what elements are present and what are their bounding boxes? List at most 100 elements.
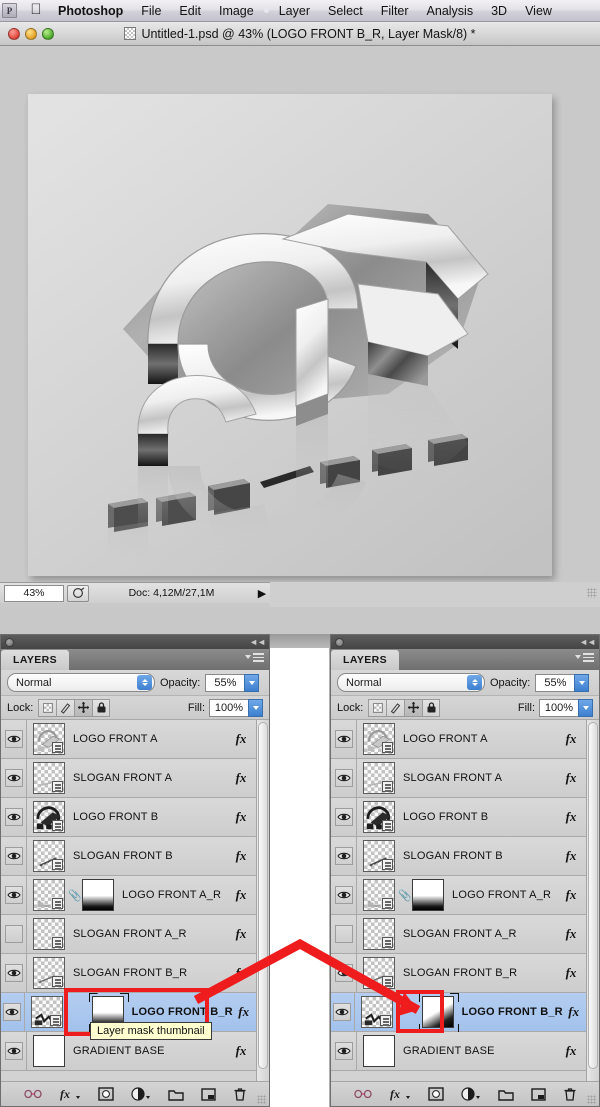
layer-effects-fx-icon[interactable]: fx [559,887,583,903]
panel-grabber-right[interactable]: ◄◄ [331,635,599,649]
layer-thumbnail[interactable] [33,918,65,950]
lock-image-pixels-button[interactable] [56,699,74,717]
scrollbar-thumb[interactable] [258,722,268,1069]
layer-style-button-left[interactable]: fx [59,1086,81,1102]
eye-icon[interactable] [5,847,23,865]
lock-all-button-right[interactable] [422,699,440,717]
eye-icon[interactable] [5,886,23,904]
layer-effects-fx-icon[interactable]: fx [229,809,253,825]
layer-mask-thumbnail[interactable] [82,879,114,911]
link-icon[interactable]: 📎 [68,889,79,902]
menu-item-3d[interactable]: 3D [482,4,516,18]
artboard[interactable] [28,94,552,576]
panel-resize-grip-right[interactable] [587,1095,596,1104]
layer-thumbnail[interactable] [363,918,395,950]
table-row[interactable]: 📎LOGO FRONT A_Rfx [1,876,269,915]
layer-thumbnail[interactable] [33,801,65,833]
layer-thumbnail[interactable] [31,996,63,1028]
table-row[interactable]: SLOGAN FRONT Afx [1,759,269,798]
eye-icon[interactable] [335,886,353,904]
opacity-dropdown-icon-left[interactable] [244,674,259,692]
layer-effects-fx-icon[interactable]: fx [229,1043,253,1059]
new-layer-button-left[interactable] [201,1086,216,1102]
menu-item-analysis[interactable]: Analysis [418,4,483,18]
panel-resize-grip-left[interactable] [257,1095,266,1104]
tab-layers-left[interactable]: LAYERS [1,650,69,670]
window-resize-grip[interactable] [587,588,597,598]
lock-transparent-pixels-button-right[interactable] [368,699,386,717]
opacity-input-right[interactable]: 55% [535,674,575,692]
layer-effects-fx-icon[interactable]: fx [229,848,253,864]
status-menu-arrow-icon[interactable]: ▶ [254,587,270,600]
eye-icon[interactable] [335,769,353,787]
layer-effects-fx-icon[interactable]: fx [559,848,583,864]
table-row[interactable]: SLOGAN FRONT B_Rfx [331,954,599,993]
layer-thumbnail[interactable] [33,840,65,872]
preview-thumbnail-button[interactable] [67,585,89,602]
link-layers-button-left[interactable] [24,1086,42,1102]
table-row[interactable]: SLOGAN FRONT A_Rfx [331,915,599,954]
new-layer-button-right[interactable] [531,1086,546,1102]
fill-input-right[interactable]: 100% [539,699,579,717]
layer-effects-fx-icon[interactable]: fx [563,1004,585,1020]
opacity-dropdown-icon-right[interactable] [574,674,589,692]
lock-transparent-pixels-button[interactable] [38,699,56,717]
layer-effects-fx-icon[interactable]: fx [233,1004,255,1020]
layer-effects-fx-icon[interactable]: fx [229,887,253,903]
eye-icon[interactable] [335,808,353,826]
panel-collapse-icon[interactable] [5,638,14,647]
fill-dropdown-icon-right[interactable] [578,699,593,717]
panel-grabber-left[interactable]: ◄◄ [1,635,269,649]
table-row[interactable]: SLOGAN FRONT Bfx [1,837,269,876]
layer-thumbnail[interactable] [33,957,65,989]
eye-icon[interactable] [335,1042,353,1060]
lock-position-button-right[interactable] [404,699,422,717]
add-layer-mask-button-right[interactable] [428,1086,444,1102]
layer-effects-fx-icon[interactable]: fx [559,1043,583,1059]
menu-item-select[interactable]: Select [319,4,372,18]
fill-dropdown-icon-left[interactable] [248,699,263,717]
eye-off-icon[interactable] [5,925,23,943]
lock-position-button[interactable] [74,699,92,717]
eye-icon[interactable] [3,1003,21,1021]
scrollbar-thumb[interactable] [588,722,598,1069]
layer-effects-fx-icon[interactable]: fx [229,965,253,981]
layer-thumbnail[interactable] [363,879,395,911]
layer-thumbnail[interactable] [363,801,395,833]
layer-effects-fx-icon[interactable]: fx [559,731,583,747]
layer-list-scrollbar[interactable] [586,720,599,1081]
menu-item-file[interactable]: File [132,4,170,18]
layer-effects-fx-icon[interactable]: fx [229,731,253,747]
eye-icon[interactable] [335,730,353,748]
layer-effects-fx-icon[interactable]: fx [559,809,583,825]
table-row[interactable]: SLOGAN FRONT Bfx [331,837,599,876]
blend-mode-select-right[interactable]: Normal [337,673,485,692]
menu-item-view[interactable]: View [516,4,561,18]
eye-off-icon[interactable] [335,925,353,943]
delete-layer-button-right[interactable] [563,1086,577,1102]
table-row[interactable]: LOGO FRONT Bfx [1,798,269,837]
table-row[interactable]: GRADIENT BASEfx [331,1032,599,1071]
eye-icon[interactable] [5,730,23,748]
link-icon[interactable]: 📎 [398,889,409,902]
panel-collapse-icon-right[interactable] [335,638,344,647]
lock-all-button[interactable] [92,699,110,717]
layer-effects-fx-icon[interactable]: fx [559,965,583,981]
layer-list-scrollbar[interactable] [256,720,269,1081]
document-title-bar[interactable]: Untitled-1.psd @ 43% (LOGO FRONT B_R, La… [0,22,600,46]
eye-icon[interactable] [5,1042,23,1060]
layer-mask-thumbnail[interactable] [412,879,444,911]
new-adjustment-layer-button-right[interactable] [461,1086,481,1102]
panel-menu-button-right[interactable] [575,653,594,662]
tab-layers-right[interactable]: LAYERS [331,650,399,670]
panel-menu-button-left[interactable] [245,653,264,662]
canvas-area[interactable] [0,46,600,582]
opacity-input-left[interactable]: 55% [205,674,245,692]
layer-thumbnail[interactable] [33,879,65,911]
layer-thumbnail[interactable] [33,1035,65,1067]
apple-menu-icon[interactable]:  [23,2,49,17]
eye-icon[interactable] [5,964,23,982]
panel-expand-chevrons-icon[interactable]: ◄◄ [249,637,265,647]
new-group-button-right[interactable] [498,1086,514,1102]
menu-item-filter[interactable]: Filter [372,4,418,18]
